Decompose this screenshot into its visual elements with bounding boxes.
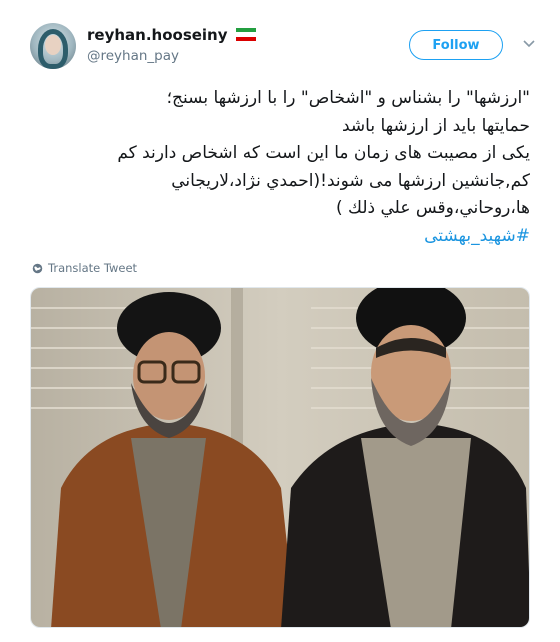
follow-button[interactable]: Follow: [409, 30, 503, 60]
globe-icon: [32, 263, 43, 273]
user-display-name[interactable]: reyhan.hooseiny: [87, 26, 256, 44]
tweet-line: حمایتها باید از ارزشها باشد: [342, 115, 530, 136]
tweet-photo[interactable]: [30, 287, 530, 628]
avatar[interactable]: [30, 23, 76, 69]
tweet-card: reyhan.hooseiny @reyhan_pay Follow "ارزش…: [0, 0, 560, 642]
translate-tweet-link[interactable]: Translate Tweet: [32, 261, 137, 275]
hashtag-link[interactable]: #شهید_بهشتی: [424, 226, 530, 246]
translate-label: Translate Tweet: [48, 261, 138, 275]
chevron-down-icon[interactable]: [520, 35, 538, 53]
tweet-line: ها،روحاني،وقس علي ذلك ): [336, 198, 530, 218]
display-name-text: reyhan.hooseiny: [87, 26, 228, 44]
tweet-line: یکی از مصیبت های زمان ما این است که اشخا…: [117, 143, 530, 163]
tweet-line: "ارزشها" را بشناس و "اشخاص" را با ارزشها…: [166, 88, 530, 108]
user-handle[interactable]: @reyhan_pay: [87, 48, 179, 64]
iran-flag-icon: [235, 28, 256, 41]
photo-illustration: [31, 288, 529, 627]
tweet-text: "ارزشها" را بشناس و "اشخاص" را با ارزشها…: [30, 85, 530, 250]
tweet-line: کم,جانشین ارزشها می شوند!(احمدي نژاد،لار…: [171, 170, 530, 191]
avatar-face: [45, 35, 61, 55]
